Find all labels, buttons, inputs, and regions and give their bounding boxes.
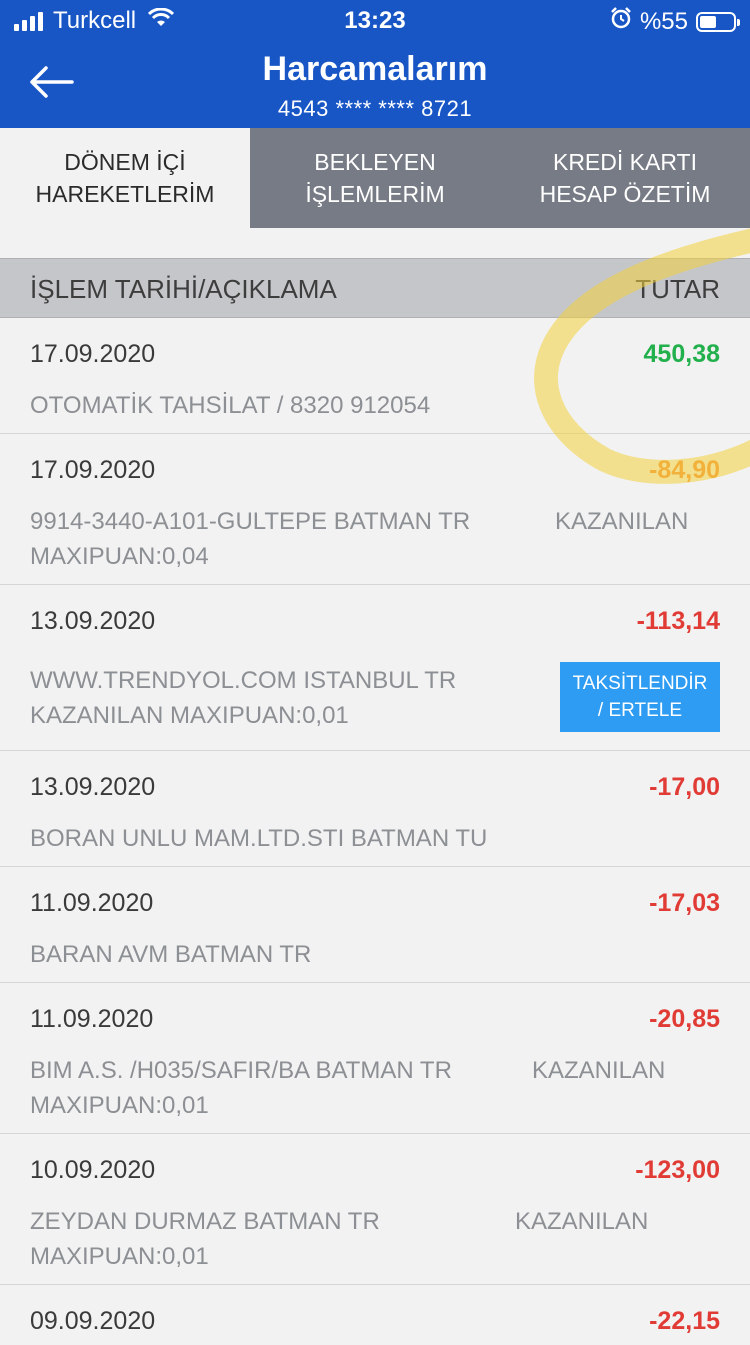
transaction-earned-label: KAZANILAN <box>515 1208 649 1235</box>
transaction-points: MAXIPUAN:0,04 <box>30 543 209 570</box>
transaction-amount: -22,15 <box>649 1307 720 1335</box>
transaction-earned-label: KAZANILAN <box>555 508 689 535</box>
battery-percent: %55 <box>639 7 688 35</box>
table-header: İŞLEM TARİHİ/AÇIKLAMA TUTAR <box>0 258 750 318</box>
transaction-earned-label: KAZANILAN <box>532 1057 666 1084</box>
transaction-row[interactable]: 11.09.2020 -17,03 BARAN AVM BATMAN TR <box>0 867 750 983</box>
transaction-description: ZEYDAN DURMAZ BATMAN TR <box>30 1208 380 1235</box>
transaction-row[interactable]: 09.09.2020 -22,15 <box>0 1285 750 1345</box>
status-right: %55 <box>610 7 740 36</box>
transaction-date: 09.09.2020 <box>30 1307 156 1335</box>
transaction-points: MAXIPUAN:0,01 <box>30 1243 209 1270</box>
transaction-amount: -17,03 <box>649 889 720 917</box>
transaction-amount: -84,90 <box>649 456 720 484</box>
transaction-amount: -20,85 <box>649 1005 720 1033</box>
transaction-date: 11.09.2020 <box>30 889 154 917</box>
transaction-list: 17.09.2020 450,38 OTOMATİK TAHSİLAT / 83… <box>0 318 750 1345</box>
transaction-description: BARAN AVM BATMAN TR <box>30 941 312 968</box>
transaction-description: OTOMATİK TAHSİLAT / 8320 912054 <box>30 392 431 419</box>
transaction-date: 13.09.2020 <box>30 773 156 801</box>
transaction-amount: -113,14 <box>636 607 720 635</box>
transaction-description: BIM A.S. /H035/SAFIR/BA BATMAN TR <box>30 1057 452 1084</box>
transaction-date: 13.09.2020 <box>30 607 156 635</box>
transaction-row[interactable]: 11.09.2020 -20,85 BIM A.S. /H035/SAFIR/B… <box>0 983 750 1134</box>
app-header: Harcamalarım 4543 **** **** 8721 <box>0 40 750 128</box>
tab-kredi-karti-hesap-ozetim[interactable]: KREDİ KARTI HESAP ÖZETİM <box>500 128 750 228</box>
transaction-row[interactable]: 13.09.2020 -113,14 WWW.TRENDYOL.COM ISTA… <box>0 585 750 751</box>
transaction-points: KAZANILAN MAXIPUAN:0,01 <box>30 702 349 729</box>
transaction-date: 17.09.2020 <box>30 456 156 484</box>
transaction-row[interactable]: 10.09.2020 -123,00 ZEYDAN DURMAZ BATMAN … <box>0 1134 750 1285</box>
tab-bekleyen-islemlerim[interactable]: BEKLEYEN İŞLEMLERİM <box>250 128 500 228</box>
installment-postpone-button[interactable]: TAKSİTLENDİR / ERTELE <box>560 662 720 732</box>
card-number: 4543 **** **** 8721 <box>277 96 473 121</box>
transaction-date: 17.09.2020 <box>30 340 156 368</box>
status-bar: Turkcell 13:23 %55 <box>0 0 750 40</box>
column-header-amount: TUTAR <box>635 274 720 304</box>
transaction-amount: -17,00 <box>649 773 720 801</box>
transaction-date: 11.09.2020 <box>30 1005 154 1033</box>
page-title: Harcamalarım <box>262 50 488 88</box>
column-header-date-description: İŞLEM TARİHİ/AÇIKLAMA <box>30 274 337 304</box>
tab-bar: DÖNEM İÇİ HAREKETLERİM BEKLEYEN İŞLEMLER… <box>0 128 750 228</box>
transaction-description: WWW.TRENDYOL.COM ISTANBUL TR <box>30 667 457 694</box>
transaction-amount: 450,38 <box>643 340 720 368</box>
transaction-row[interactable]: 13.09.2020 -17,00 BORAN UNLU MAM.LTD.STI… <box>0 751 750 867</box>
transaction-row[interactable]: 17.09.2020 450,38 OTOMATİK TAHSİLAT / 83… <box>0 318 750 434</box>
transaction-row[interactable]: 17.09.2020 -84,90 9914-3440-A101-GULTEPE… <box>0 434 750 585</box>
transaction-amount: -123,00 <box>635 1156 720 1184</box>
tab-donem-ici-hareketlerim[interactable]: DÖNEM İÇİ HAREKETLERİM <box>0 128 250 228</box>
transaction-points: MAXIPUAN:0,01 <box>30 1092 209 1119</box>
transaction-description: 9914-3440-A101-GULTEPE BATMAN TR <box>30 508 471 535</box>
alarm-icon <box>610 7 632 36</box>
transaction-description: BORAN UNLU MAM.LTD.STI BATMAN TU <box>30 825 488 852</box>
transaction-date: 10.09.2020 <box>30 1156 156 1184</box>
battery-icon <box>696 11 740 32</box>
